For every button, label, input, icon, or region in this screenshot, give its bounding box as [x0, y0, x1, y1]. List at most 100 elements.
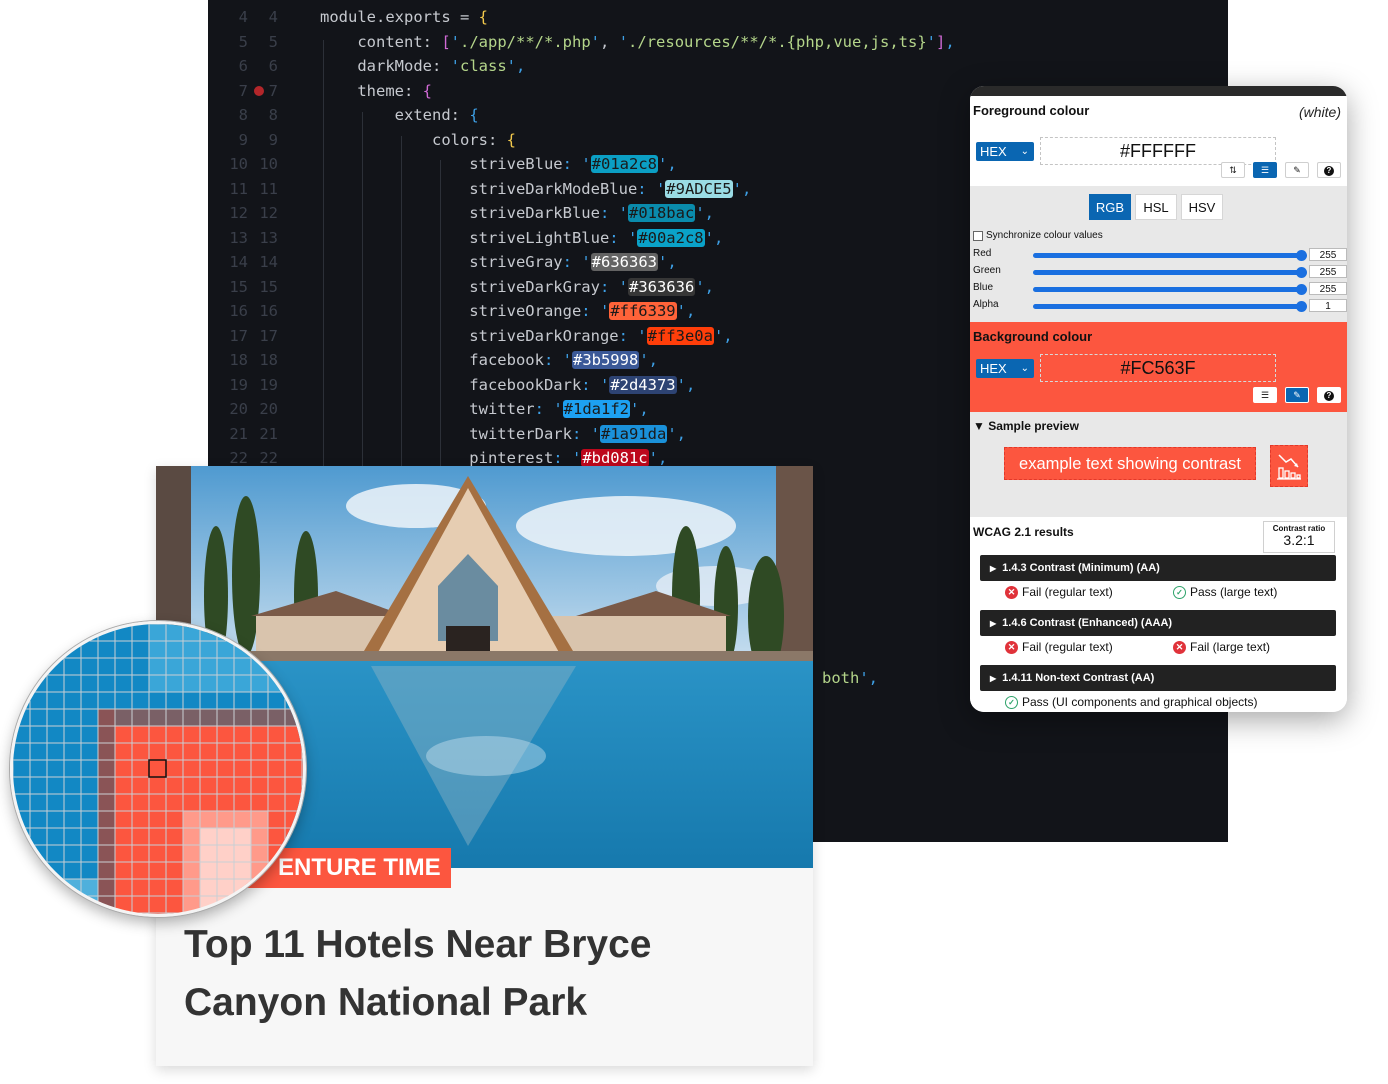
pass-check-icon: ✓	[1005, 695, 1018, 709]
colour-contrast-analyser-window[interactable]: Foreground colour (white) HEX ⌄ #FFFFFF …	[970, 86, 1347, 712]
help-button[interactable]: ?	[1317, 162, 1341, 178]
magnified-pixel	[97, 895, 116, 914]
magnified-pixel	[267, 776, 286, 795]
result-pass: ✓ Pass (UI components and graphical objec…	[1005, 695, 1257, 709]
slider-thumb[interactable]	[1296, 267, 1307, 278]
magnified-pixel	[131, 827, 150, 846]
magnified-pixel	[63, 742, 82, 761]
line-number: 15	[259, 277, 278, 296]
magnified-pixel	[301, 776, 303, 795]
magnified-pixel	[233, 691, 252, 710]
window-titlebar[interactable]	[970, 86, 1347, 96]
magnified-pixel	[46, 624, 65, 642]
code-text: striveBlue: '#01a2c8',	[320, 155, 677, 173]
magnified-pixel	[131, 674, 150, 693]
sample-preview-toggle[interactable]: ▼ Sample preview	[973, 419, 1079, 433]
colour-swatch: #ff3e0a	[646, 326, 714, 345]
foreground-format-select[interactable]: HEX ⌄	[976, 142, 1034, 161]
magnified-pixel	[182, 708, 201, 727]
magnified-pixel	[97, 691, 116, 710]
slider-thumb[interactable]	[1296, 250, 1307, 261]
code-line: 5 5 content: ['./app/**/*.php', './resour…	[208, 30, 1228, 54]
line-number: 16	[229, 302, 248, 320]
magnified-pixel	[80, 776, 99, 795]
magnified-pixel	[199, 657, 218, 676]
breakpoint-icon[interactable]	[254, 85, 264, 96]
magnified-pixel	[165, 759, 184, 778]
colour-picker-magnifier[interactable]	[10, 621, 306, 917]
background-hex-input[interactable]: #FC563F	[1040, 354, 1276, 382]
magnified-pixel	[165, 810, 184, 829]
slider-value-input[interactable]: 1	[1309, 299, 1347, 312]
slider-track[interactable]	[1033, 284, 1307, 295]
slider-thumb[interactable]	[1296, 284, 1307, 295]
magnified-pixel	[13, 759, 31, 778]
synchronize-checkbox[interactable]: Synchronize colour values	[973, 230, 1103, 241]
magnified-pixel	[80, 674, 99, 693]
colour-swatch: #3b5998	[571, 351, 640, 369]
tab-hsv[interactable]: HSV	[1181, 194, 1223, 220]
magnified-pixel	[182, 657, 201, 676]
slider-value-input[interactable]: 255	[1309, 265, 1347, 278]
colour-swatch: #2d4373	[609, 375, 677, 394]
magnified-pixel	[131, 776, 150, 795]
magnified-pixel	[46, 691, 65, 710]
criterion-toggle[interactable]: ▶ 1.4.6 Contrast (Enhanced) (AAA)	[980, 610, 1336, 636]
code-text: twitter: '#1da1f2',	[320, 400, 649, 418]
magnified-pixel	[131, 691, 150, 710]
help-button[interactable]: ?	[1317, 387, 1341, 403]
magnified-pixel	[63, 640, 82, 659]
magnified-pixel	[182, 691, 201, 710]
post-title[interactable]: Top 11 Hotels Near Bryce Canyon National…	[184, 916, 784, 1032]
foreground-hex-input[interactable]: #FFFFFF	[1040, 137, 1276, 165]
slider-thumb[interactable]	[1296, 301, 1307, 312]
magnified-pixel	[13, 776, 31, 795]
code-text: theme: {	[320, 81, 432, 100]
magnified-pixel	[114, 895, 133, 914]
foreground-section: Foreground colour (white) HEX ⌄ #FFFFFF …	[970, 96, 1347, 186]
slider-value-input[interactable]: 255	[1309, 248, 1347, 261]
magnified-pixel	[114, 861, 133, 880]
slider-track[interactable]	[1033, 250, 1307, 261]
background-format-select[interactable]: HEX ⌄	[976, 359, 1034, 378]
magnified-pixel	[216, 861, 235, 880]
slider-value-input[interactable]: 255	[1309, 282, 1347, 295]
background-section: Background colour HEX ⌄ #FC563F ☰ ✎ ?	[970, 322, 1347, 412]
magnified-pixel	[131, 844, 150, 863]
magnified-pixel	[29, 861, 48, 880]
criterion-toggle[interactable]: ▶ 1.4.11 Non-text Contrast (AA)	[980, 665, 1336, 691]
pass-check-icon: ✓	[1173, 585, 1186, 599]
tab-rgb[interactable]: RGB	[1089, 194, 1131, 220]
magnified-pixel	[216, 640, 235, 659]
magnified-pixel	[233, 827, 252, 846]
code-text: striveOrange: '#ff6339',	[320, 302, 696, 320]
magnified-pixel	[13, 725, 31, 744]
magnified-pixel	[29, 624, 48, 642]
swap-colours-button[interactable]: ⇅	[1221, 162, 1245, 178]
magnified-pixel	[46, 895, 65, 914]
magnified-pixel	[216, 878, 235, 897]
tab-hsl[interactable]: HSL	[1135, 194, 1177, 220]
magnified-pixel	[13, 674, 31, 693]
eyedropper-button[interactable]: ✎	[1285, 162, 1309, 178]
sliders-button[interactable]: ☰	[1253, 162, 1277, 178]
sample-preview-section: ▼ Sample preview example text showing co…	[970, 412, 1347, 517]
colour-swatch: #363636	[627, 277, 696, 296]
sliders-icon: ☰	[1260, 390, 1270, 400]
magnified-pixel	[80, 624, 99, 642]
criterion-toggle[interactable]: ▶ 1.4.3 Contrast (Minimum) (AA)	[980, 555, 1336, 581]
slider-track[interactable]	[1033, 267, 1307, 278]
sliders-button[interactable]: ☰	[1253, 387, 1277, 403]
magnified-pixel	[182, 624, 201, 642]
magnified-pixel	[233, 776, 252, 795]
line-number: 9	[268, 130, 278, 149]
magnified-pixel	[131, 759, 150, 778]
magnified-pixel	[97, 624, 116, 642]
magnified-pixel	[216, 844, 235, 863]
magnified-pixel	[80, 912, 99, 914]
magnified-pixel	[131, 878, 150, 897]
slider-track[interactable]	[1033, 301, 1307, 312]
triangle-right-icon: ▶	[990, 619, 997, 628]
magnified-pixel	[114, 640, 133, 659]
eyedropper-button[interactable]: ✎	[1285, 387, 1309, 403]
